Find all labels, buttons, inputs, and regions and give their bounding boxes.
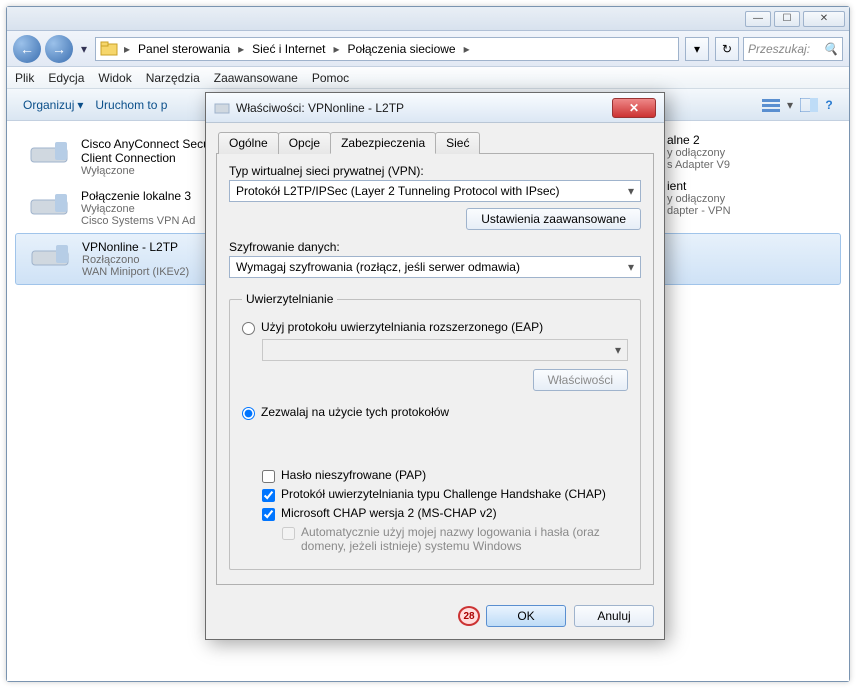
breadcrumb-separator: ▸: [234, 42, 248, 56]
allow-protocols-radio[interactable]: [242, 407, 255, 420]
eap-properties-button: Właściwości: [533, 369, 628, 391]
navigation-bar: ← → ▾ ▸ Panel sterowania ▸ Sieć i Intern…: [7, 31, 849, 67]
breadcrumb[interactable]: Panel sterowania: [136, 42, 232, 56]
eap-radio[interactable]: [242, 322, 255, 335]
properties-dialog: Właściwości: VPNonline - L2TP ✕ Ogólne O…: [205, 92, 665, 640]
chap-checkbox-row[interactable]: Protokół uwierzytelniania typu Challenge…: [262, 487, 628, 502]
connection-title: ient: [667, 179, 731, 193]
connection-status: y odłączony: [667, 193, 731, 205]
back-button[interactable]: ←: [13, 35, 41, 63]
chap-label: Protokół uwierzytelniania typu Challenge…: [281, 487, 606, 501]
eap-method-select: [262, 339, 628, 361]
auto-credentials-row: Automatycznie użyj mojej nazwy logowania…: [282, 525, 628, 553]
menubar: Plik Edycja Widok Narzędzia Zaawansowane…: [7, 67, 849, 89]
allow-protocols-radio-row[interactable]: Zezwalaj na użycie tych protokołów: [242, 405, 628, 420]
eap-radio-row[interactable]: Użyj protokołu uwierzytelniania rozszerz…: [242, 320, 628, 335]
authentication-fieldset: Uwierzytelnianie Użyj protokołu uwierzyt…: [229, 292, 641, 570]
encryption-select[interactable]: Wymagaj szyfrowania (rozłącz, jeśli serw…: [229, 256, 641, 278]
allow-protocols-label: Zezwalaj na użycie tych protokołów: [261, 405, 449, 419]
connection-item[interactable]: alne 2 y odłączony s Adapter V9: [667, 131, 837, 173]
menu-file[interactable]: Plik: [15, 71, 34, 85]
dialog-title: Właściwości: VPNonline - L2TP: [236, 101, 606, 115]
breadcrumb-separator: ▸: [120, 42, 134, 56]
tab-network[interactable]: Sieć: [435, 132, 480, 154]
view-icon[interactable]: [761, 95, 781, 115]
connection-title: Połączenie lokalne 3: [81, 189, 195, 203]
auto-credentials-label: Automatycznie użyj mojej nazwy logowania…: [301, 525, 628, 553]
help-icon[interactable]: ?: [819, 95, 839, 115]
tab-options[interactable]: Opcje: [278, 132, 331, 154]
start-connection-button[interactable]: Uruchom to p: [89, 95, 173, 115]
breadcrumb[interactable]: Sieć i Internet: [250, 42, 327, 56]
folder-icon: [100, 40, 118, 58]
encryption-label: Szyfrowanie danych:: [229, 240, 641, 254]
connection-driver: WAN Miniport (IKEv2): [82, 266, 189, 278]
connection-status: Rozłączono: [82, 254, 189, 266]
dialog-titlebar: Właściwości: VPNonline - L2TP ✕: [206, 93, 664, 123]
address-dropdown[interactable]: ▾: [685, 37, 709, 61]
dialog-footer: 28 OK Anuluj: [206, 597, 664, 639]
authentication-legend: Uwierzytelnianie: [242, 292, 337, 306]
eap-radio-label: Użyj protokołu uwierzytelniania rozszerz…: [261, 320, 543, 334]
connection-title: alne 2: [667, 133, 730, 147]
menu-tools[interactable]: Narzędzia: [146, 71, 200, 85]
maximize-button[interactable]: ☐: [774, 11, 800, 27]
minimize-button[interactable]: —: [745, 11, 771, 27]
ok-button[interactable]: OK: [486, 605, 566, 627]
refresh-button[interactable]: ↻: [715, 37, 739, 61]
view-dropdown[interactable]: ▾: [781, 98, 799, 112]
connection-status: y odłączony: [667, 147, 730, 159]
mschap-checkbox-row[interactable]: Microsoft CHAP wersja 2 (MS-CHAP v2): [262, 506, 628, 521]
tab-panel-security: Typ wirtualnej sieci prywatnej (VPN): Pr…: [216, 154, 654, 585]
preview-pane-icon[interactable]: [799, 95, 819, 115]
annotation-badge: 28: [458, 606, 480, 626]
close-button[interactable]: ✕: [803, 11, 845, 27]
dialog-icon: [214, 100, 230, 116]
pap-checkbox[interactable]: [262, 470, 275, 483]
network-adapter-icon: [27, 189, 71, 225]
connection-title: VPNonline - L2TP: [82, 240, 189, 254]
search-placeholder: Przeszukaj:: [748, 42, 810, 56]
pap-checkbox-row[interactable]: Hasło nieszyfrowane (PAP): [262, 468, 628, 483]
menu-edit[interactable]: Edycja: [48, 71, 84, 85]
dialog-close-button[interactable]: ✕: [612, 98, 656, 118]
menu-advanced[interactable]: Zaawansowane: [214, 71, 298, 85]
window-titlebar: — ☐ ✕: [7, 7, 849, 31]
tab-security[interactable]: Zabezpieczenia: [330, 132, 436, 154]
connection-driver: dapter - VPN: [667, 205, 731, 217]
menu-view[interactable]: Widok: [98, 71, 131, 85]
network-adapter-icon: [27, 137, 71, 173]
search-input[interactable]: Przeszukaj: 🔍: [743, 37, 843, 61]
history-dropdown[interactable]: ▾: [77, 39, 91, 59]
mschap-checkbox[interactable]: [262, 508, 275, 521]
cancel-button[interactable]: Anuluj: [574, 605, 654, 627]
advanced-settings-button[interactable]: Ustawienia zaawansowane: [466, 208, 641, 230]
tab-general[interactable]: Ogólne: [218, 132, 279, 154]
chap-checkbox[interactable]: [262, 489, 275, 502]
address-bar[interactable]: ▸ Panel sterowania ▸ Sieć i Internet ▸ P…: [95, 37, 679, 61]
auto-credentials-checkbox: [282, 527, 295, 540]
breadcrumb-separator: ▸: [330, 42, 344, 56]
vpn-type-label: Typ wirtualnej sieci prywatnej (VPN):: [229, 164, 641, 178]
breadcrumb-separator: ▸: [460, 42, 474, 56]
connection-driver: s Adapter V9: [667, 159, 730, 171]
connection-driver: Cisco Systems VPN Ad: [81, 215, 195, 227]
forward-button[interactable]: →: [45, 35, 73, 63]
connection-item[interactable]: ient y odłączony dapter - VPN: [667, 173, 837, 223]
connection-status: Wyłączone: [81, 203, 195, 215]
vpn-type-select[interactable]: Protokół L2TP/IPSec (Layer 2 Tunneling P…: [229, 180, 641, 202]
search-icon: 🔍: [823, 42, 838, 56]
network-adapter-icon: [28, 240, 72, 276]
dialog-body: Ogólne Opcje Zabezpieczenia Sieć Typ wir…: [206, 123, 664, 597]
tab-strip: Ogólne Opcje Zabezpieczenia Sieć: [216, 131, 654, 154]
pap-label: Hasło nieszyfrowane (PAP): [281, 468, 426, 482]
breadcrumb[interactable]: Połączenia sieciowe: [346, 42, 458, 56]
organize-button[interactable]: Organizuj ▾: [17, 95, 89, 115]
mschap-label: Microsoft CHAP wersja 2 (MS-CHAP v2): [281, 506, 497, 520]
menu-help[interactable]: Pomoc: [312, 71, 349, 85]
